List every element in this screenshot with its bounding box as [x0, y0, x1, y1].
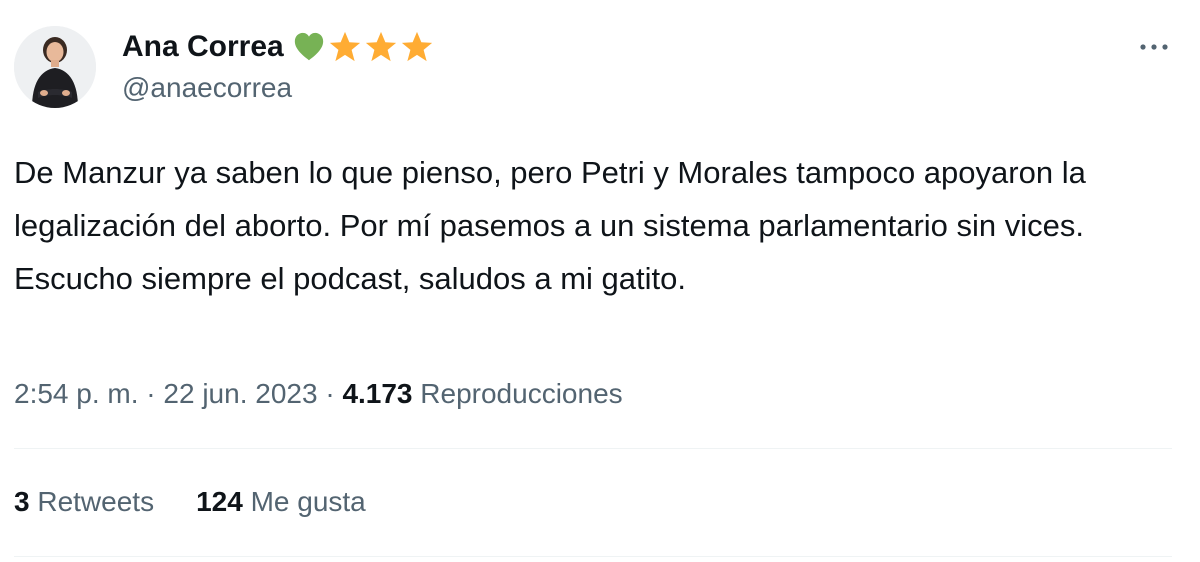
tweet: Ana Correa @anaecorrea De Manzur ya sabe… — [0, 0, 1200, 562]
divider — [14, 448, 1172, 449]
tweet-text: De Manzur ya saben lo que pienso, pero P… — [14, 155, 1086, 296]
meta-separator: · — [325, 378, 335, 409]
likes-count: 124 — [196, 486, 243, 517]
more-button[interactable] — [1132, 30, 1176, 64]
author-header: Ana Correa — [122, 27, 434, 67]
likes-label: Me gusta — [250, 486, 366, 517]
green-heart-icon — [294, 32, 323, 61]
views-count: 4.173 — [342, 378, 413, 409]
star-icon — [329, 31, 360, 62]
retweets-stat[interactable]: 3 Retweets — [14, 482, 154, 522]
name-emoji-badges — [292, 30, 434, 64]
author-handle[interactable]: @anaecorrea — [122, 70, 292, 106]
retweets-label: Retweets — [37, 486, 155, 517]
tweet-date[interactable]: 22 jun. 2023 — [163, 378, 317, 409]
views-label: Reproducciones — [420, 378, 623, 409]
star-icon — [365, 31, 396, 62]
divider — [14, 556, 1172, 557]
tweet-time[interactable]: 2:54 p. m. — [14, 378, 139, 409]
tweet-stats: 3 Retweets 124 Me gusta — [14, 482, 366, 522]
display-name[interactable]: Ana Correa — [122, 27, 284, 67]
avatar-image — [14, 26, 96, 108]
meta-separator: · — [146, 378, 156, 409]
star-icon — [401, 31, 432, 62]
avatar[interactable] — [14, 26, 96, 108]
more-icon — [1140, 44, 1168, 50]
tweet-metadata: 2:54 p. m. · 22 jun. 2023 · 4.173 Reprod… — [14, 374, 623, 414]
likes-stat[interactable]: 124 Me gusta — [196, 482, 366, 522]
retweets-count: 3 — [14, 486, 30, 517]
